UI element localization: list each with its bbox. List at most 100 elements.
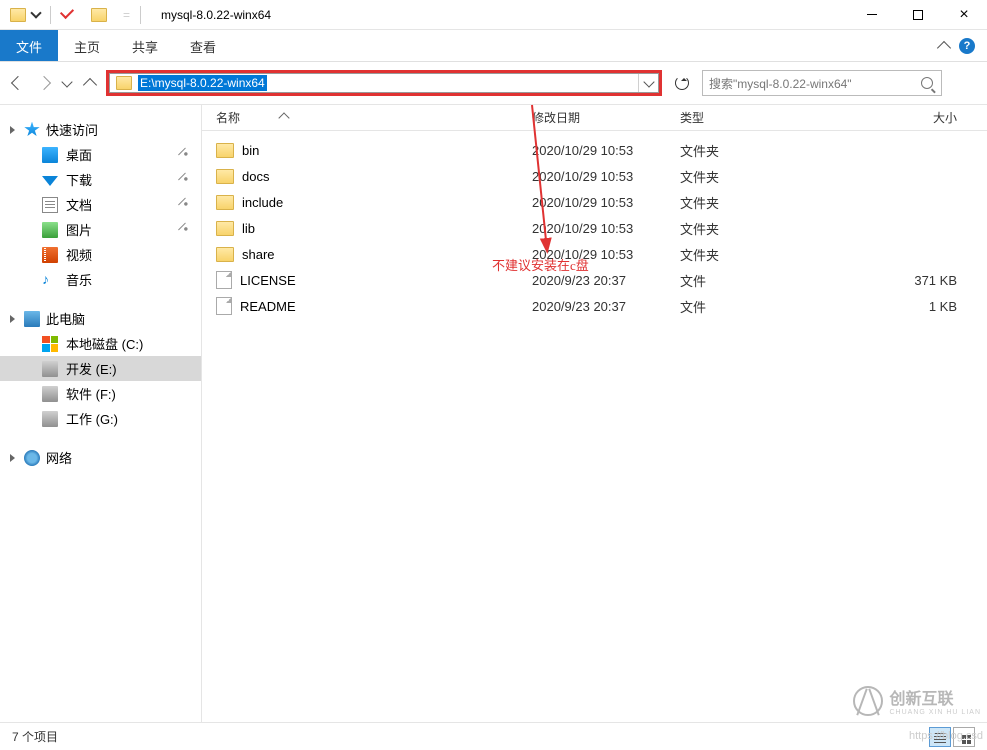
sidebar-item-label: 桌面 — [66, 145, 92, 164]
separator — [140, 6, 141, 24]
folder-icon — [216, 247, 234, 262]
file-type: 文件夹 — [680, 219, 828, 238]
search-input[interactable]: 搜索"mysql-8.0.22-winx64" — [702, 70, 942, 96]
address-bar-highlighted: E:\mysql-8.0.22-winx64 — [106, 70, 662, 96]
sidebar-network[interactable]: 网络 — [0, 445, 201, 470]
sidebar-item[interactable]: 工作 (G:) — [0, 406, 201, 431]
sidebar-item-label: 下载 — [66, 170, 92, 189]
sidebar-item[interactable]: 软件 (F:) — [0, 381, 201, 406]
expand-icon[interactable] — [10, 315, 15, 323]
file-type: 文件夹 — [680, 167, 828, 186]
nav-back-button[interactable] — [8, 73, 28, 93]
desktop-icon — [42, 147, 58, 163]
column-headers[interactable]: 名称 修改日期 类型 大小 — [202, 105, 987, 131]
file-date: 2020/9/23 20:37 — [532, 273, 680, 288]
sidebar-item[interactable]: 本地磁盘 (C:) — [0, 331, 201, 356]
disk-icon — [42, 361, 58, 377]
file-type: 文件夹 — [680, 245, 828, 264]
pc-icon — [24, 311, 40, 327]
refresh-button[interactable] — [668, 70, 696, 96]
sidebar-item[interactable]: 视频 — [0, 242, 201, 267]
search-placeholder: 搜索"mysql-8.0.22-winx64" — [709, 75, 852, 92]
sidebar-item[interactable]: 下载 — [0, 167, 201, 192]
sidebar-item[interactable]: 开发 (E:) — [0, 356, 201, 381]
sidebar-item-label: 音乐 — [66, 270, 92, 289]
file-row[interactable]: bin2020/10/29 10:53文件夹 — [202, 137, 987, 163]
file-type: 文件夹 — [680, 141, 828, 160]
navigation-pane: 快速访问 桌面下载文档图片视频 ♪音乐 此电脑 本地磁盘 (C:) 开发 (E:) 软… — [0, 105, 202, 722]
nav-forward-button[interactable] — [34, 73, 54, 93]
minimize-button[interactable] — [849, 0, 895, 30]
sidebar-item-label: 图片 — [66, 220, 92, 239]
sidebar-item[interactable]: 文档 — [0, 192, 201, 217]
col-date[interactable]: 修改日期 — [532, 109, 680, 126]
folder-icon — [216, 195, 234, 210]
watermark: 创新互联 CHUANG XIN HU LIAN — [853, 685, 981, 716]
window-title: mysql-8.0.22-winx64 — [161, 8, 271, 22]
maximize-button[interactable] — [895, 0, 941, 30]
network-icon — [24, 450, 40, 466]
file-row[interactable]: share2020/10/29 10:53文件夹 — [202, 241, 987, 267]
file-name: LICENSE — [240, 273, 296, 288]
ribbon-tabs: 文件 主页 共享 查看 ? — [0, 30, 987, 62]
file-date: 2020/9/23 20:37 — [532, 299, 680, 314]
col-size[interactable]: 大小 — [828, 109, 987, 126]
sidebar-item[interactable]: ♪音乐 — [0, 267, 201, 292]
file-view: 名称 修改日期 类型 大小 bin2020/10/29 10:53文件夹docs… — [202, 105, 987, 722]
tab-view[interactable]: 查看 — [174, 30, 232, 61]
file-name: include — [242, 195, 283, 210]
nav-up-button[interactable] — [80, 73, 100, 93]
file-icon — [216, 271, 232, 289]
sidebar-item[interactable]: 图片 — [0, 217, 201, 242]
navigation-bar: E:\mysql-8.0.22-winx64 搜索"mysql-8.0.22-w… — [0, 62, 987, 104]
sidebar-item-label: 本地磁盘 (C:) — [66, 334, 143, 353]
doc-icon — [42, 197, 58, 213]
file-name: bin — [242, 143, 259, 158]
file-type: 文件 — [680, 297, 828, 316]
annotation-text: 不建议安装在c盘 — [492, 255, 589, 274]
tab-share[interactable]: 共享 — [116, 30, 174, 61]
file-row[interactable]: lib2020/10/29 10:53文件夹 — [202, 215, 987, 241]
help-icon[interactable]: ? — [959, 38, 975, 54]
qat-check-icon[interactable] — [60, 5, 74, 19]
address-bar[interactable]: E:\mysql-8.0.22-winx64 — [109, 73, 659, 93]
nav-history-dropdown[interactable] — [60, 73, 74, 93]
qat-dropdown-icon[interactable] — [30, 7, 41, 18]
search-icon — [921, 77, 933, 89]
title-bar: = mysql-8.0.22-winx64 × — [0, 0, 987, 30]
sidebar-quick-access[interactable]: 快速访问 — [0, 117, 201, 142]
folder-icon — [216, 169, 234, 184]
star-icon — [24, 122, 40, 138]
address-text[interactable]: E:\mysql-8.0.22-winx64 — [138, 75, 267, 91]
disk-icon — [42, 411, 58, 427]
file-name: share — [242, 247, 275, 262]
tab-home[interactable]: 主页 — [58, 30, 116, 61]
tab-file[interactable]: 文件 — [0, 30, 58, 61]
sidebar-item-label: 视频 — [66, 245, 92, 264]
file-row[interactable]: LICENSE2020/9/23 20:37文件371 KB — [202, 267, 987, 293]
ribbon-expand-icon[interactable] — [937, 40, 951, 54]
app-folder-icon — [10, 8, 26, 22]
vid-icon — [42, 247, 58, 263]
file-row[interactable]: include2020/10/29 10:53文件夹 — [202, 189, 987, 215]
folder-icon — [216, 221, 234, 236]
close-button[interactable]: × — [941, 0, 987, 30]
address-dropdown[interactable] — [638, 74, 658, 92]
file-row[interactable]: README2020/9/23 20:37文件1 KB — [202, 293, 987, 319]
sidebar-this-pc[interactable]: 此电脑 — [0, 306, 201, 331]
file-row[interactable]: docs2020/10/29 10:53文件夹 — [202, 163, 987, 189]
file-date: 2020/10/29 10:53 — [532, 221, 680, 236]
sidebar-item-label: 软件 (F:) — [66, 384, 116, 403]
sidebar-item[interactable]: 桌面 — [0, 142, 201, 167]
item-count: 7 个项目 — [12, 728, 58, 745]
status-bar: 7 个项目 — [0, 722, 987, 750]
sidebar-item-label: 文档 — [66, 195, 92, 214]
separator — [50, 6, 51, 24]
expand-icon[interactable] — [10, 454, 15, 462]
col-type[interactable]: 类型 — [680, 109, 828, 126]
qat-open-icon[interactable] — [91, 8, 107, 22]
col-name[interactable]: 名称 — [216, 111, 240, 125]
watermark-logo-icon — [853, 686, 883, 716]
expand-icon[interactable] — [10, 126, 15, 134]
file-size: 371 KB — [828, 273, 987, 288]
